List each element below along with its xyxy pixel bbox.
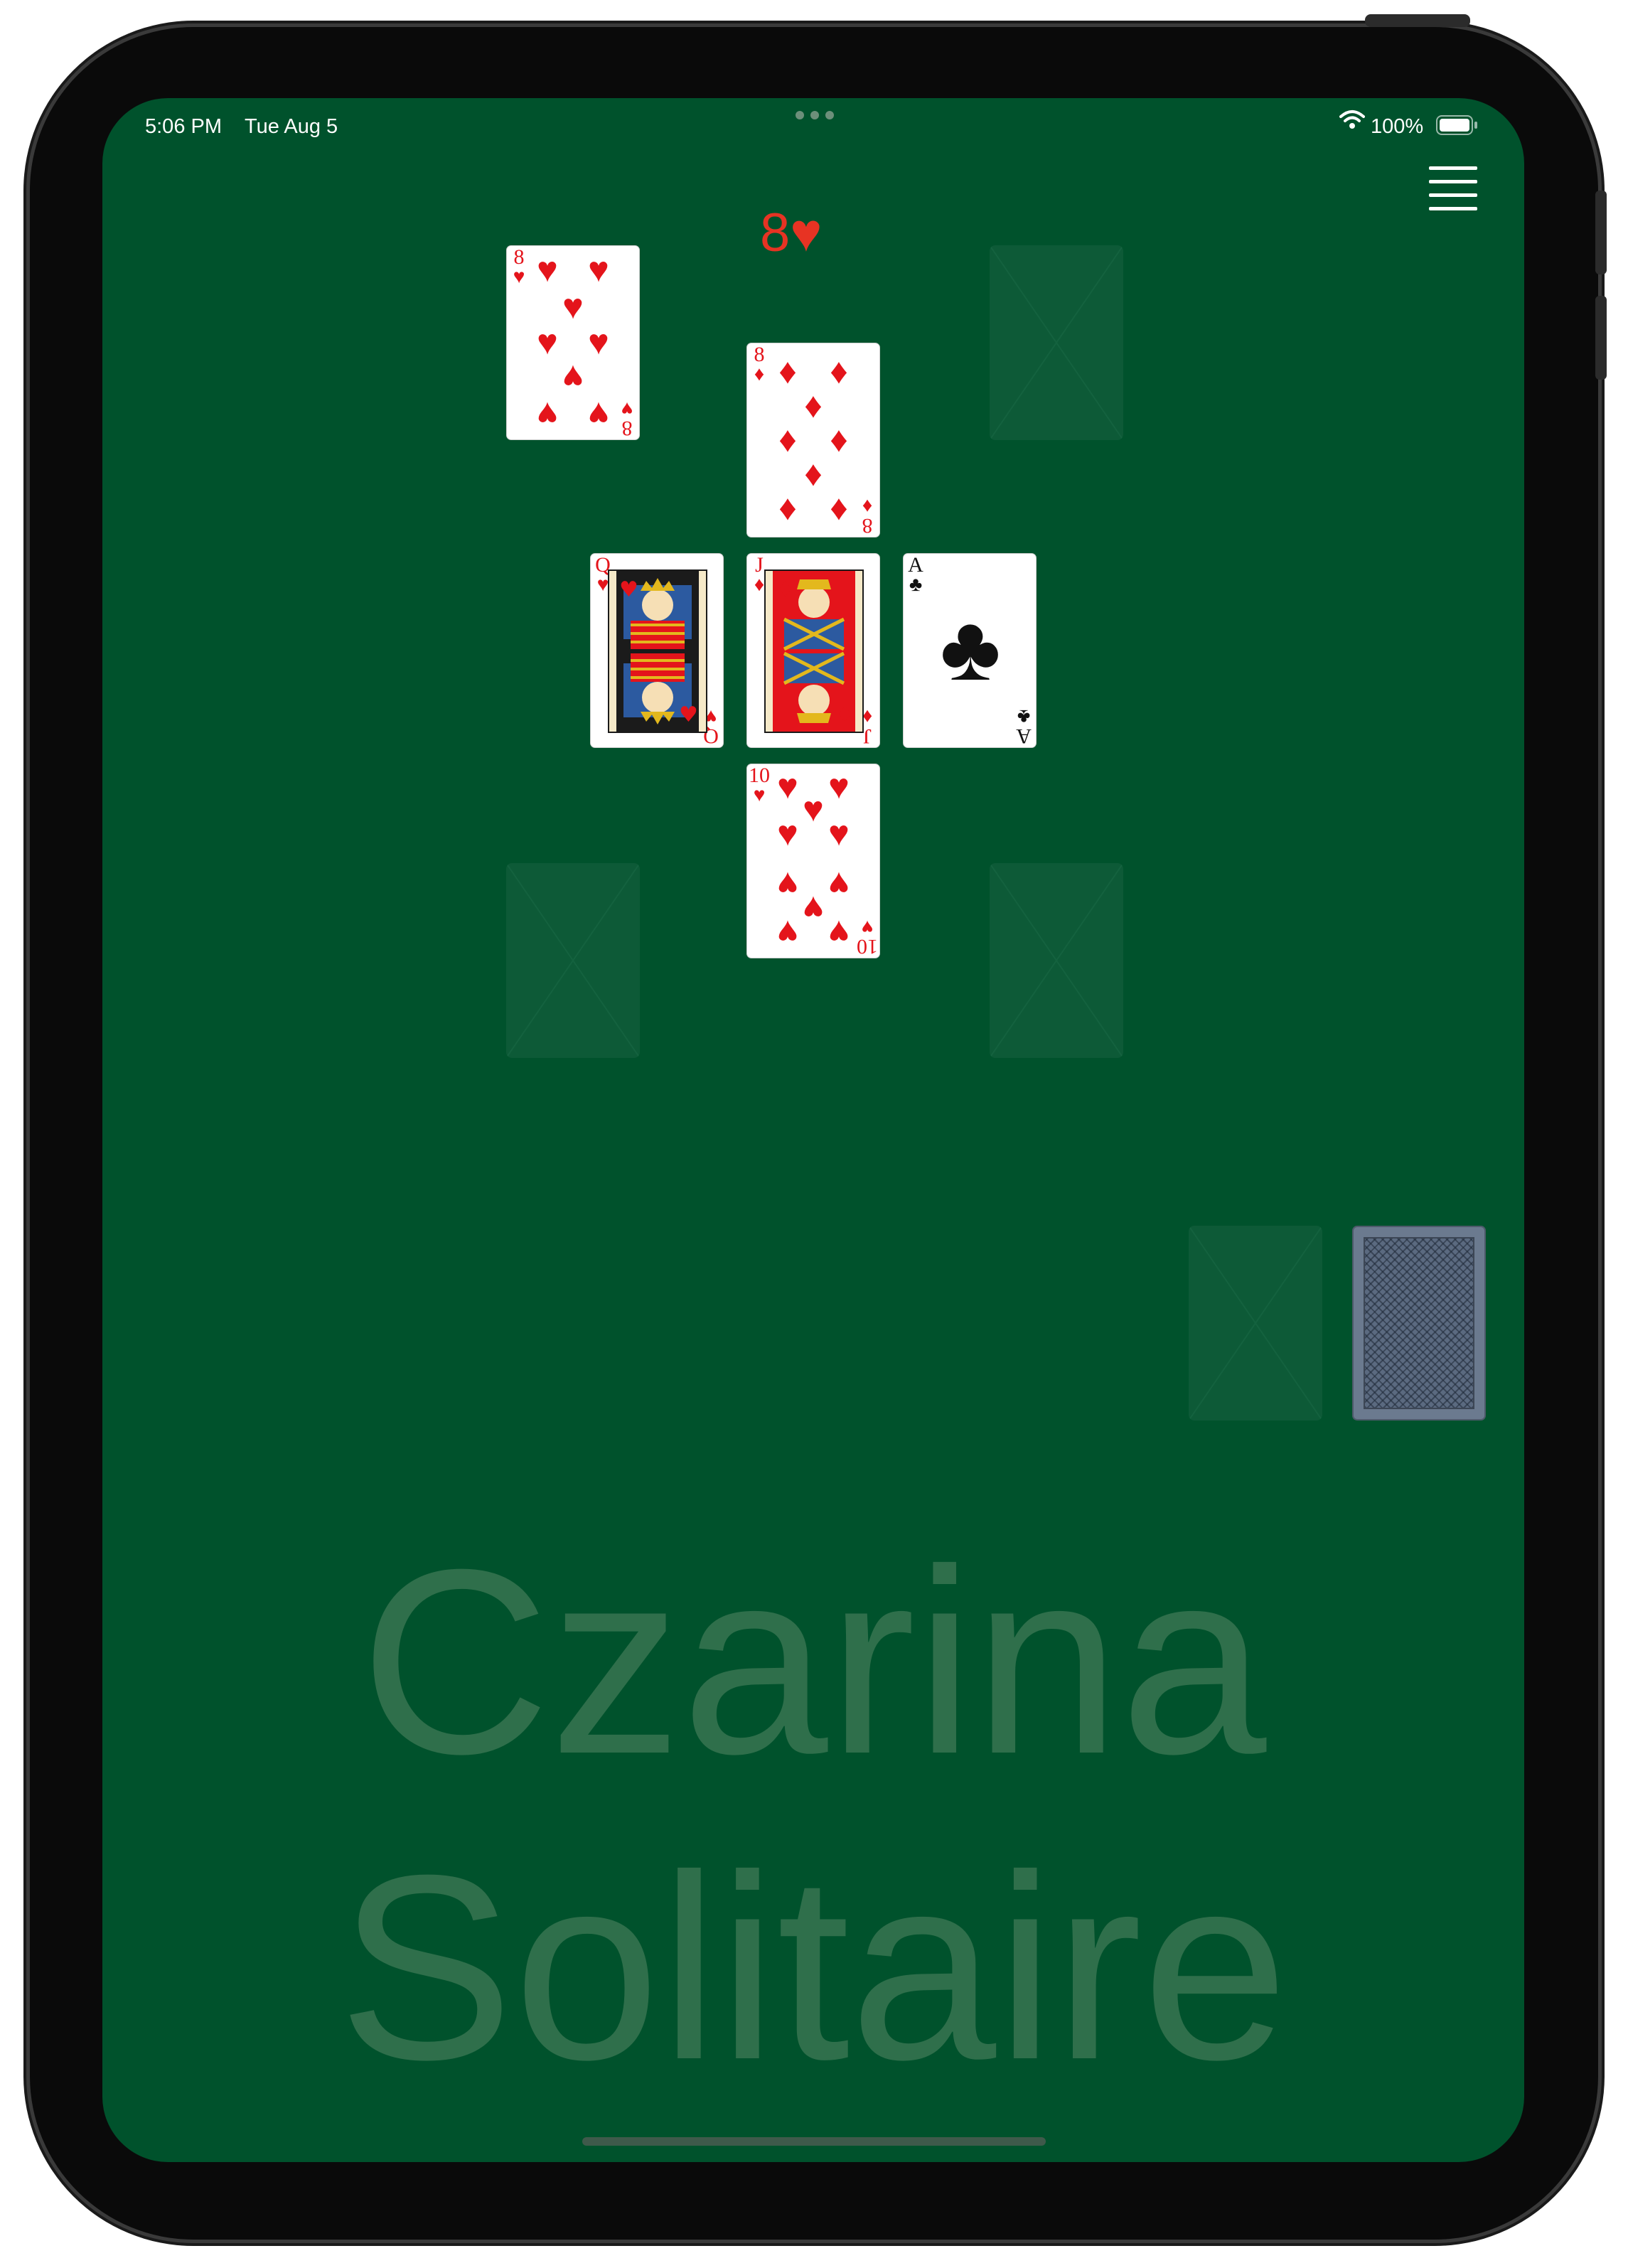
diamond-pip-icon: ♦: [804, 385, 823, 425]
diamond-pip-icon: ♦: [778, 351, 797, 391]
diamond-pip-icon: ♦: [778, 488, 797, 528]
card-back-pattern: [1364, 1237, 1474, 1409]
card-corner: 8 ♦: [862, 495, 873, 537]
heart-pip-icon: ♥: [588, 322, 609, 362]
card-corner: A ♣: [1016, 705, 1032, 748]
volume-up-button: [1595, 191, 1607, 274]
heart-pip-icon: ♥: [562, 287, 584, 326]
volume-down-button: [1595, 296, 1607, 380]
svg-text:♥: ♥: [679, 702, 698, 727]
card-ten-of-hearts[interactable]: 10 ♥ 10 ♥ ♥ ♥ ♥ ♥ ♥ ♥ ♥ ♥ ♥ ♥: [746, 764, 880, 958]
card-jack-of-diamonds[interactable]: J ♦ J ♦ ♦ ♦: [746, 553, 880, 748]
screen: 5:06 PM Tue Aug 5 100% 8♥ 8 ♥ 8 ♥ ♥ ♥ ♥ …: [102, 98, 1524, 2162]
current-rank: 8: [760, 203, 791, 263]
battery-percent: 100%: [1371, 115, 1424, 138]
card-ace-of-clubs[interactable]: A ♣ A ♣ ♣: [903, 553, 1037, 748]
card-eight-of-diamonds[interactable]: 8 ♦ 8 ♦ ♦ ♦ ♦ ♦ ♦ ♦ ♦ ♦: [746, 343, 880, 537]
jack-face-illustration: ♦ ♦: [764, 569, 864, 733]
heart-pip-icon: ♥: [537, 250, 558, 289]
heart-pip-icon: ♥: [588, 395, 609, 434]
diamond-pip-icon: ♦: [804, 454, 823, 493]
card-corner: 10 ♥: [857, 916, 878, 958]
empty-slot-top-right[interactable]: [990, 245, 1123, 440]
card-eight-of-hearts[interactable]: 8 ♥ 8 ♥ ♥ ♥ ♥ ♥ ♥ ♥ ♥ ♥: [506, 245, 640, 440]
card-corner: 8 ♦: [754, 343, 765, 385]
heart-icon: ♥: [790, 203, 823, 263]
card-corner: 8 ♥: [513, 245, 525, 288]
diamond-pip-icon: ♦: [778, 419, 797, 459]
background-title-line2: Solitaire: [338, 1821, 1289, 2114]
status-date: Tue Aug 5: [245, 115, 338, 138]
multitasking-dots-icon[interactable]: [796, 111, 834, 121]
card-corner: A ♣: [908, 553, 923, 596]
svg-text:♥: ♥: [619, 577, 638, 602]
heart-pip-icon: ♥: [777, 813, 798, 853]
card-corner: 8 ♥: [621, 397, 633, 440]
diamond-pip-icon: ♦: [830, 419, 848, 459]
heart-pip-icon: ♥: [537, 322, 558, 362]
card-corner: 10 ♥: [749, 764, 770, 806]
heart-pip-icon: ♥: [588, 250, 609, 289]
heart-pip-icon: ♥: [828, 813, 850, 853]
card-queen-of-hearts[interactable]: Q ♥ Q ♥ ♥ ♥: [590, 553, 724, 748]
hamburger-menu-icon[interactable]: [1429, 166, 1477, 210]
heart-pip-icon: ♥: [562, 358, 584, 397]
heart-pip-icon: ♥: [828, 913, 850, 953]
wifi-icon: [1339, 109, 1365, 131]
svg-text:♦: ♦: [776, 577, 795, 602]
heart-pip-icon: ♥: [777, 913, 798, 953]
background-title-line1: Czarina: [360, 1515, 1267, 1809]
queen-face-illustration: ♥ ♥: [608, 569, 707, 733]
top-button: [1365, 14, 1470, 27]
home-indicator[interactable]: [582, 2137, 1046, 2146]
diamond-pip-icon: ♦: [830, 488, 848, 528]
diamond-pip-icon: ♦: [830, 351, 848, 391]
club-pip-icon: ♣: [940, 596, 1001, 700]
empty-slot-bottom-right[interactable]: [990, 863, 1123, 1058]
waste-pile-slot[interactable]: [1189, 1226, 1322, 1421]
svg-text:♦: ♦: [835, 702, 855, 727]
current-suit-indicator: 8♥: [760, 201, 859, 265]
status-time: 5:06 PM: [145, 115, 222, 138]
heart-pip-icon: ♥: [537, 395, 558, 434]
stock-pile[interactable]: [1352, 1226, 1486, 1421]
battery-icon: [1436, 115, 1479, 135]
empty-slot-bottom-left[interactable]: [506, 863, 640, 1058]
